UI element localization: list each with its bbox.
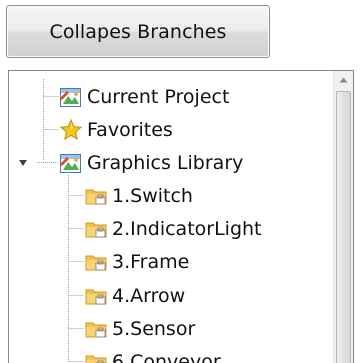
tree-item-label: 4.Arrow: [112, 285, 186, 307]
tree-item-arrow[interactable]: 4.Arrow: [84, 279, 185, 313]
tree-item-label: 5.Sensor: [112, 318, 196, 340]
scrollbar-thumb[interactable]: [336, 91, 351, 363]
tree-item-current-project[interactable]: Current Project: [59, 80, 229, 114]
tree-item-graphics-library[interactable]: Graphics Library: [59, 146, 243, 180]
tree-item-label: 6.Conveyor: [112, 351, 221, 363]
star-icon: [59, 118, 83, 142]
scroll-up-arrow-icon[interactable]: [334, 71, 353, 89]
tree-content: Current Project Favorites Graphics Libra…: [9, 71, 333, 363]
tree-item-label: Current Project: [87, 86, 230, 108]
window: Collapes Branches Current Project Favori…: [0, 0, 363, 363]
collapse-arrow-icon[interactable]: [17, 157, 29, 169]
tree-item-switch[interactable]: 1.Switch: [84, 179, 193, 213]
tree-item-label: Graphics Library: [87, 152, 244, 174]
tree-item-sensor[interactable]: 5.Sensor: [84, 312, 195, 346]
tree-view[interactable]: Current Project Favorites Graphics Libra…: [8, 70, 354, 363]
collapse-branches-button[interactable]: Collapes Branches: [6, 5, 270, 58]
folder-icon: [84, 184, 108, 208]
vertical-scrollbar[interactable]: [333, 71, 353, 363]
folder-icon: [84, 317, 108, 341]
project-icon: [59, 151, 83, 175]
tree-item-favorites[interactable]: Favorites: [59, 113, 173, 147]
folder-icon: [84, 350, 108, 363]
collapse-branches-label: Collapes Branches: [49, 20, 227, 43]
tree-item-label: Favorites: [87, 119, 173, 141]
folder-icon: [84, 250, 108, 274]
folder-icon: [84, 284, 108, 308]
folder-icon: [84, 217, 108, 241]
tree-item-conveyor[interactable]: 6.Conveyor: [84, 345, 221, 363]
tree-item-frame[interactable]: 3.Frame: [84, 245, 189, 279]
tree-item-label: 2.IndicatorLight: [112, 218, 262, 240]
project-icon: [59, 85, 83, 109]
tree-item-indicator-light[interactable]: 2.IndicatorLight: [84, 212, 262, 246]
tree-item-label: 1.Switch: [112, 185, 193, 207]
tree-item-label: 3.Frame: [112, 251, 190, 273]
